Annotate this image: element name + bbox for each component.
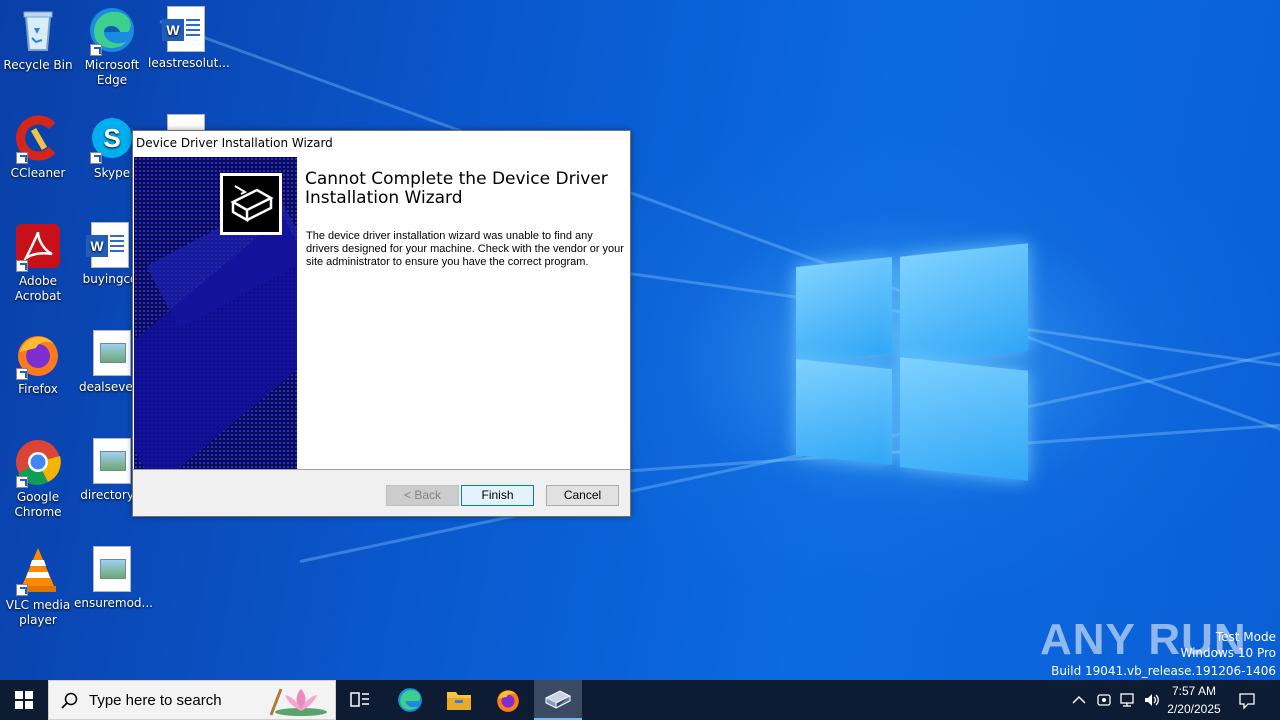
icon-label: VLC media player [5,598,71,627]
chevron-up-icon[interactable] [1072,694,1086,706]
icon-label: ensuremod... [74,596,153,610]
firefox-icon [14,330,62,380]
taskbar-edge[interactable] [386,680,434,720]
meet-now-icon[interactable] [1096,692,1112,708]
desktop-icon-recycle-bin[interactable]: Recycle Bin [0,6,76,73]
icon-label: CCleaner [10,166,66,180]
start-button[interactable] [0,680,48,720]
windows-edition-label: Windows 10 Pro [1180,646,1276,660]
chrome-icon [14,438,62,488]
driver-wizard-dialog: Device Driver Installation Wizard Cannot… [132,130,631,517]
desktop-icon-adobe-acrobat[interactable]: Adobe Acrobat [0,222,76,304]
back-button[interactable]: < Back [386,485,459,506]
dialog-body: Cannot Complete the Device Driver Instal… [133,156,630,469]
build-label: Build 19041.vb_release.191206-1406 [1051,664,1276,678]
icon-label: leastresolut... [148,56,230,70]
svg-text:S: S [103,123,120,153]
network-icon[interactable] [1119,692,1137,708]
hardware-wizard-icon [544,690,572,709]
icon-label: Firefox [18,382,58,396]
finish-button[interactable]: Finish [461,485,534,506]
icon-label: Adobe Acrobat [14,274,62,303]
edge-icon [88,6,136,56]
folder-icon [447,692,471,710]
desktop-icon-google-chrome[interactable]: Google Chrome [0,438,76,520]
search-icon [61,692,78,709]
ccleaner-icon [14,114,62,164]
clock-time[interactable]: 7:57 AM [1159,683,1229,699]
word-document-icon: W [162,6,205,52]
taskbar: Type here to search 7:57 AM 2/20/2025 [0,680,1280,720]
search-highlight-icon [269,688,327,716]
taskbar-search-box[interactable]: Type here to search [48,680,336,720]
search-placeholder: Type here to search [89,692,222,709]
task-view-button[interactable] [336,680,384,720]
notification-icon[interactable] [1238,692,1256,710]
desktop-icon-microsoft-edge[interactable]: Microsoft Edge [74,6,150,88]
wizard-banner [134,157,297,469]
wizard-message: The device driver installation wizard wa… [306,230,624,268]
icon-label: Google Chrome [14,490,62,519]
clock-date[interactable]: 2/20/2025 [1159,701,1229,717]
acrobat-icon [14,222,62,272]
firefox-icon [497,690,519,712]
dialog-title[interactable]: Device Driver Installation Wizard [133,131,630,156]
test-mode-label: Test Mode [1215,630,1276,644]
word-document-icon: W [86,222,129,268]
windows-start-icon [15,691,33,709]
edge-icon [398,688,422,712]
taskbar-firefox[interactable] [484,680,532,720]
skype-icon: S [88,114,136,164]
image-file-icon [93,546,131,592]
vlc-icon [14,546,62,596]
recycle-bin-icon [14,6,62,54]
image-file-icon [93,330,131,376]
icon-label: Skype [93,166,131,180]
desktop-icon-firefox[interactable]: Firefox [0,330,76,397]
windows-logo-wallpaper [796,242,1028,481]
dialog-separator [133,469,630,470]
desktop-icon-ensuremod[interactable]: ensuremod... [74,546,153,611]
wizard-heading: Cannot Complete the Device Driver Instal… [305,169,608,208]
cancel-button[interactable]: Cancel [546,485,619,506]
desktop-icon-vlc[interactable]: VLC media player [0,546,76,628]
desktop-icon-leastresolut[interactable]: W leastresolut... [148,6,230,71]
taskbar-file-explorer[interactable] [435,680,483,720]
desktop-icon-ccleaner[interactable]: CCleaner [0,114,76,181]
task-view-icon [350,692,369,707]
hardware-icon [220,173,282,235]
icon-label: Recycle Bin [3,58,73,72]
icon-label: buyingco [82,272,138,286]
taskbar-driver-wizard[interactable] [534,680,582,720]
icon-label: Microsoft Edge [84,58,140,87]
image-file-icon [93,438,131,484]
